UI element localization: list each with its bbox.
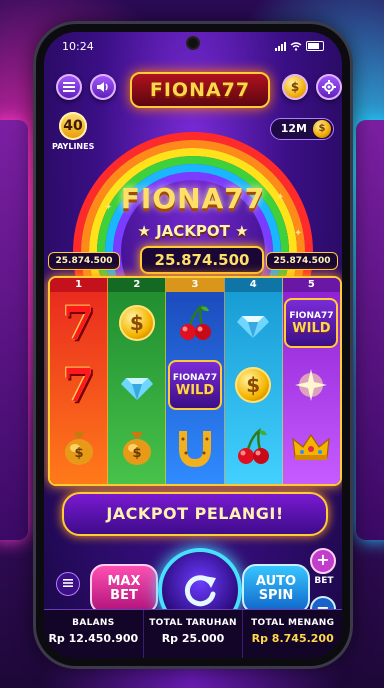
reel-cell: $ <box>50 416 107 478</box>
phone-frame: 10:24 FIONA77 $ 40 PAYLINES 12M $ ✦ ✦ ✦ … <box>36 24 350 666</box>
mini-jackpot-left: 25.874.500 <box>48 252 120 270</box>
coin-symbol: $ <box>235 367 272 403</box>
front-camera <box>188 38 198 48</box>
money-bag-icon: $ <box>122 432 151 465</box>
left-neon-decoration <box>0 120 28 540</box>
mini-jackpot-right: 25.874.500 <box>266 252 338 270</box>
total-win-stat: TOTAL MENANG Rp 8.745.200 <box>243 610 342 658</box>
speaker-icon <box>97 82 108 92</box>
total-win-value: Rp 8.745.200 <box>251 632 334 645</box>
reel-5: 5 FIONA77 WILD <box>282 278 340 484</box>
reel-cell <box>225 416 282 478</box>
reel-cell: 7 <box>50 354 107 416</box>
signal-icon <box>275 41 286 51</box>
status-icons <box>275 41 324 51</box>
balance-stat: BALANS Rp 12.450.900 <box>44 610 144 658</box>
jackpot-amount: 25.874.500 <box>140 246 264 274</box>
jackpot-subtitle: ★ JACKPOT ★ <box>44 222 342 240</box>
reel-number: 5 <box>282 278 340 292</box>
money-bag-icon: $ <box>64 432 93 465</box>
svg-text:$: $ <box>132 446 141 461</box>
hamburger-icon <box>63 82 75 92</box>
max-bet-button[interactable]: MAX BET <box>90 564 158 614</box>
coin-icon: $ <box>290 80 300 94</box>
bet-label: BET <box>314 576 334 586</box>
reel-number: 1 <box>50 278 108 292</box>
auto-spin-line2: SPIN <box>258 588 294 603</box>
bet-increase-button[interactable]: + <box>310 548 336 574</box>
wild-line1: FIONA77 <box>289 310 334 321</box>
cherry-icon <box>180 304 211 340</box>
total-bet-value: Rp 25.000 <box>161 632 225 645</box>
wild-line1: FIONA77 <box>172 372 218 383</box>
crown-icon <box>292 433 331 460</box>
reel-cell <box>225 292 282 354</box>
wifi-icon <box>290 41 302 51</box>
gear-icon <box>322 80 336 94</box>
max-bet-line1: MAX <box>107 574 141 589</box>
refresh-arrow-icon <box>184 575 216 607</box>
star-icon: ★ <box>229 222 249 240</box>
auto-spin-line1: AUTO <box>255 574 297 589</box>
balance-value: Rp 12.450.900 <box>48 632 139 645</box>
right-neon-decoration <box>356 120 384 540</box>
seven-symbol: 7 <box>62 358 95 412</box>
reel-cell: FIONA77 WILD <box>283 292 340 354</box>
reel-cell: 7 <box>50 292 107 354</box>
horseshoe-icon <box>179 431 211 467</box>
sparkle-icon <box>295 369 328 401</box>
jackpot-subtitle-text: JACKPOT <box>156 222 230 240</box>
wild-symbol: FIONA77 WILD <box>284 298 339 348</box>
reel-cell: FIONA77 WILD <box>166 354 223 416</box>
status-time: 10:24 <box>62 39 94 53</box>
diamond-icon <box>120 378 153 400</box>
reel-1: 1 7 7 $ <box>50 278 109 484</box>
total-bet-label: TOTAL TARUHAN <box>149 618 237 628</box>
total-bet-stat: TOTAL TARUHAN Rp 25.000 <box>144 610 244 658</box>
hamburger-icon <box>63 579 73 587</box>
seven-symbol: 7 <box>62 296 95 350</box>
svg-text:$: $ <box>74 446 83 461</box>
reel-number: 2 <box>108 278 166 292</box>
battery-icon <box>306 41 324 51</box>
reel-2: 2 $ $ <box>108 278 167 484</box>
wild-line2: WILD <box>292 320 331 336</box>
menu-button[interactable] <box>56 74 82 100</box>
settings-button[interactable] <box>316 74 342 100</box>
reel-cell: $ <box>108 416 165 478</box>
reel-cell <box>283 416 340 478</box>
top-bar: FIONA77 $ <box>50 72 342 108</box>
diamond-icon <box>237 316 270 338</box>
reel-3: 3 FIONA77 WILD <box>166 278 225 484</box>
star-icon: ★ <box>137 222 157 240</box>
reel-cell <box>166 292 223 354</box>
game-logo: FIONA77 <box>130 72 270 108</box>
reel-cell <box>108 354 165 416</box>
reel-4: 4 $ <box>224 278 283 484</box>
coin-button[interactable]: $ <box>282 74 308 100</box>
wild-line2: WILD <box>175 382 215 398</box>
jackpot-banner: JACKPOT PELANGI! <box>62 492 328 536</box>
reel-cell: $ <box>108 292 165 354</box>
paytable-button[interactable] <box>56 572 80 596</box>
auto-spin-button[interactable]: AUTO SPIN <box>242 564 310 614</box>
reel-grid: 1 7 7 $ 2 $ $ 3 FIONA77 WILD 4 $ 5 FIONA… <box>48 276 342 486</box>
cherry-icon <box>238 428 270 464</box>
game-screen: 10:24 FIONA77 $ 40 PAYLINES 12M $ ✦ ✦ ✦ … <box>44 32 342 658</box>
reel-cell <box>166 416 223 478</box>
total-win-label: TOTAL MENANG <box>251 618 335 628</box>
sound-button[interactable] <box>90 74 116 100</box>
logo-text: FIONA77 <box>149 79 251 101</box>
coin-symbol: $ <box>118 305 155 341</box>
wild-symbol: FIONA77 WILD <box>168 360 222 410</box>
reel-cell <box>283 354 340 416</box>
reel-number: 4 <box>224 278 282 292</box>
balance-label: BALANS <box>72 618 115 628</box>
reel-number: 3 <box>166 278 224 292</box>
max-bet-line2: BET <box>110 588 138 603</box>
reel-cell: $ <box>225 354 282 416</box>
jackpot-title: FIONA77 <box>120 182 266 215</box>
footer-stats: BALANS Rp 12.450.900 TOTAL TARUHAN Rp 25… <box>44 609 342 658</box>
